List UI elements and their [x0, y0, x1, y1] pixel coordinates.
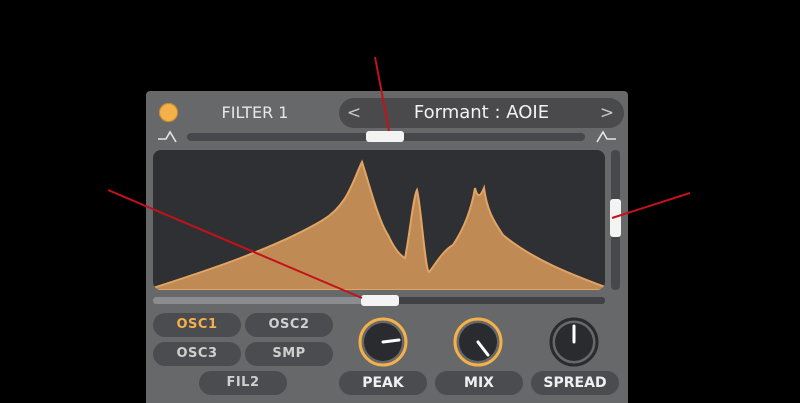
mix-label: MIX	[435, 371, 523, 395]
filter-title: FILTER 1	[221, 103, 289, 122]
power-toggle-button[interactable]	[159, 103, 178, 122]
previous-type-button[interactable]: <	[343, 98, 365, 128]
filter-type-selector[interactable]: < Formant : AOIE >	[339, 98, 624, 128]
filter-response-display[interactable]	[153, 150, 605, 290]
spread-knob[interactable]	[548, 316, 600, 368]
cutoff-slider[interactable]	[153, 295, 605, 306]
cutoff-slider-thumb[interactable]	[361, 295, 399, 306]
filter-morph-slider-thumb[interactable]	[366, 131, 404, 142]
filter-response-curve	[153, 159, 605, 290]
resonance-slider-thumb[interactable]	[610, 199, 621, 237]
source-osc2-button[interactable]: OSC2	[245, 313, 333, 337]
peak-knob[interactable]	[357, 316, 409, 368]
highpass-shape-icon	[596, 130, 616, 143]
cutoff-slider-fill	[153, 297, 368, 304]
filter-morph-slider[interactable]	[187, 131, 585, 142]
lowpass-shape-icon	[158, 130, 177, 143]
source-osc3-button[interactable]: OSC3	[153, 342, 241, 366]
spread-label: SPREAD	[531, 371, 619, 395]
mix-knob[interactable]	[452, 316, 504, 368]
next-type-button[interactable]: >	[596, 98, 618, 128]
peak-label: PEAK	[339, 371, 427, 395]
resonance-slider[interactable]	[610, 150, 621, 290]
source-smp-button[interactable]: SMP	[245, 342, 333, 366]
source-fil2-button[interactable]: FIL2	[199, 371, 287, 395]
source-osc1-button[interactable]: OSC1	[153, 313, 241, 337]
filter-type-name: Formant : AOIE	[413, 102, 550, 123]
